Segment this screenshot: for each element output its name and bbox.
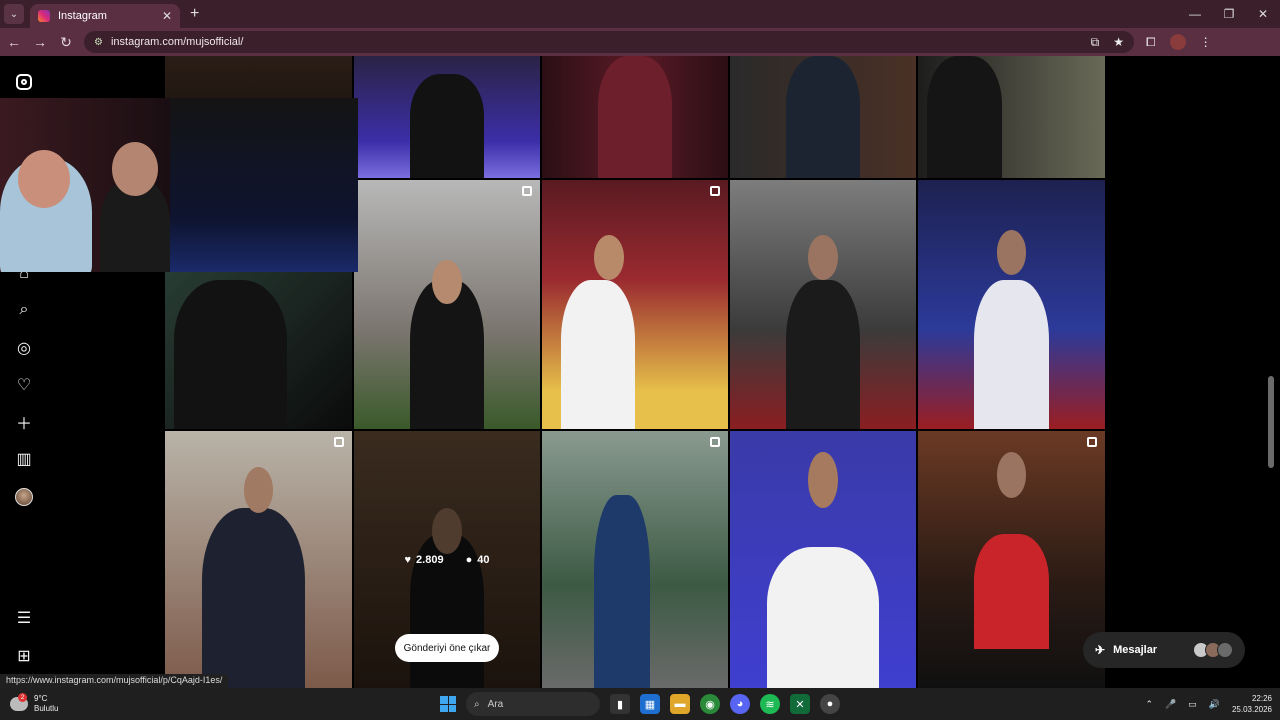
spotify-icon[interactable]: ≋ [760, 694, 780, 714]
weather-description: Bulutlu [34, 704, 59, 713]
minimize-button[interactable]: — [1178, 0, 1212, 28]
excel-icon[interactable]: ✕ [790, 694, 810, 714]
carousel-icon [710, 437, 720, 447]
cloud-icon: 2 [10, 693, 28, 711]
post-thumbnail[interactable] [354, 180, 540, 429]
dashboard-icon[interactable]: ▥ [14, 449, 34, 469]
taskbar-search[interactable]: ⌕ Ara [466, 692, 600, 716]
create-plus-icon[interactable]: ＋ [14, 412, 34, 433]
restore-button[interactable]: ❐ [1212, 0, 1246, 28]
profile-avatar-icon[interactable] [14, 487, 34, 507]
notifications-heart-icon[interactable]: ♡ [14, 375, 34, 395]
post-thumbnail[interactable] [918, 56, 1105, 178]
task-view-icon[interactable]: ▮ [610, 694, 630, 714]
instagram-favicon-icon [38, 10, 50, 22]
windows-start-icon[interactable] [440, 696, 456, 712]
also-from-meta-icon[interactable]: ⊞ [14, 646, 34, 666]
messages-avatars [1193, 642, 1233, 658]
post-thumbnail[interactable] [730, 180, 916, 429]
comments-stat: ● 40 [466, 554, 490, 566]
post-thumbnail[interactable] [730, 56, 916, 178]
browser-tab-instagram[interactable]: Instagram ✕ [30, 4, 180, 28]
forward-button[interactable]: → [28, 30, 52, 54]
close-window-button[interactable]: ✕ [1246, 0, 1280, 28]
boost-post-button[interactable]: Gönderiyi öne çıkar [395, 634, 499, 662]
more-menu-icon[interactable]: ☰ [14, 608, 34, 628]
comments-count: 40 [477, 553, 490, 566]
tab-search-button[interactable]: ⌄ [4, 4, 24, 24]
link-status-url: https://www.instagram.com/mujsofficial/p… [0, 674, 229, 688]
messages-button[interactable]: ✈ Mesajlar [1083, 632, 1245, 668]
weather-widget[interactable]: 2 9°C Bulutlu [10, 693, 210, 714]
reload-button[interactable]: ↻ [54, 30, 78, 54]
instagram-logo-icon[interactable] [14, 72, 34, 92]
carousel-icon [710, 186, 720, 196]
weather-temperature: 9°C [34, 694, 48, 703]
search-placeholder: Ara [487, 698, 504, 710]
post-thumbnail[interactable] [918, 180, 1105, 429]
bookmark-star-icon[interactable]: ★ [1113, 35, 1124, 50]
post-thumbnail[interactable] [542, 431, 728, 688]
tab-title: Instagram [58, 10, 107, 22]
clock-time: 22:26 [1251, 694, 1272, 703]
post-thumbnail[interactable] [542, 180, 728, 429]
send-paper-plane-icon: ✈ [1095, 643, 1106, 657]
site-info-icon[interactable]: ⚙ [94, 37, 103, 48]
new-tab-button[interactable]: + [190, 5, 199, 23]
likes-count: 2.809 [416, 553, 444, 566]
heart-icon: ♥ [404, 553, 412, 566]
carousel-icon [1087, 437, 1097, 447]
address-bar[interactable]: ⚙ instagram.com/mujsofficial/ ⧉ ★ [84, 31, 1134, 53]
picture-in-picture-video[interactable] [0, 98, 358, 272]
discord-icon[interactable]: ◕ [730, 694, 750, 714]
clock[interactable]: 22:26 25.03.2026 [1232, 693, 1272, 715]
extensions-icon[interactable]: ⧠ [1146, 35, 1156, 50]
file-explorer-icon[interactable]: ▬ [670, 694, 690, 714]
chevron-up-icon[interactable]: ⌃ [1145, 699, 1153, 710]
browser-tab-strip: ⌄ Instagram ✕ + — ❐ ✕ [0, 0, 1280, 28]
clock-date: 25.03.2026 [1231, 705, 1272, 714]
explore-icon[interactable]: ◎ [14, 338, 34, 358]
carousel-icon [334, 437, 344, 447]
store-icon[interactable]: ▦ [640, 694, 660, 714]
chrome-icon[interactable]: ◉ [700, 694, 720, 714]
post-thumbnail[interactable] [730, 431, 916, 688]
post-thumbnail[interactable] [165, 431, 352, 688]
avatar [1217, 642, 1233, 658]
tab-close-icon[interactable]: ✕ [162, 9, 172, 23]
post-thumbnail[interactable] [354, 56, 540, 178]
comment-bubble-icon: ● [465, 553, 473, 566]
windows-taskbar: 2 9°C Bulutlu ⌕ Ara ▮ ▦ ▬ ◉ ◕ ≋ ✕ ● ⌃ 🎤 … [0, 688, 1280, 720]
messages-label: Mesajlar [1113, 644, 1158, 656]
scrollbar-thumb[interactable] [1268, 376, 1274, 468]
post-thumbnail[interactable] [918, 431, 1105, 688]
obs-icon[interactable]: ● [820, 694, 840, 714]
url-text: instagram.com/mujsofficial/ [110, 36, 244, 48]
page-scrollbar[interactable] [1268, 56, 1274, 688]
search-icon: ⌕ [474, 698, 480, 710]
search-icon[interactable]: ⌕ [14, 300, 34, 320]
microphone-icon[interactable]: 🎤 [1165, 699, 1176, 710]
volume-icon[interactable]: 🔊 [1209, 699, 1220, 710]
install-app-icon[interactable]: ⧉ [1091, 35, 1100, 50]
notification-badge: 2 [18, 693, 27, 702]
carousel-icon [522, 186, 532, 196]
likes-stat: ♥ 2.809 [405, 554, 444, 566]
instagram-page: ⌂ ⌕ ◎ ♡ ＋ ▥ ☰ ⊞ ♥ 2.809 ● 40 Gönderiyi ö… [0, 56, 1280, 688]
taskbar-apps: ⌕ Ara ▮ ▦ ▬ ◉ ◕ ≋ ✕ ● [440, 688, 840, 720]
back-button[interactable]: ← [2, 30, 26, 54]
menu-kebab-icon[interactable]: ⋮ [1200, 35, 1212, 49]
post-thumbnail[interactable] [542, 56, 728, 178]
address-bar-row: ← → ↻ ⚙ instagram.com/mujsofficial/ ⧉ ★ … [0, 28, 1280, 56]
network-icon[interactable]: ▭ [1188, 699, 1197, 710]
system-tray: ⌃ 🎤 ▭ 🔊 22:26 25.03.2026 [1145, 688, 1272, 720]
profile-avatar[interactable] [1169, 34, 1186, 50]
window-controls: — ❐ ✕ [1178, 0, 1280, 28]
